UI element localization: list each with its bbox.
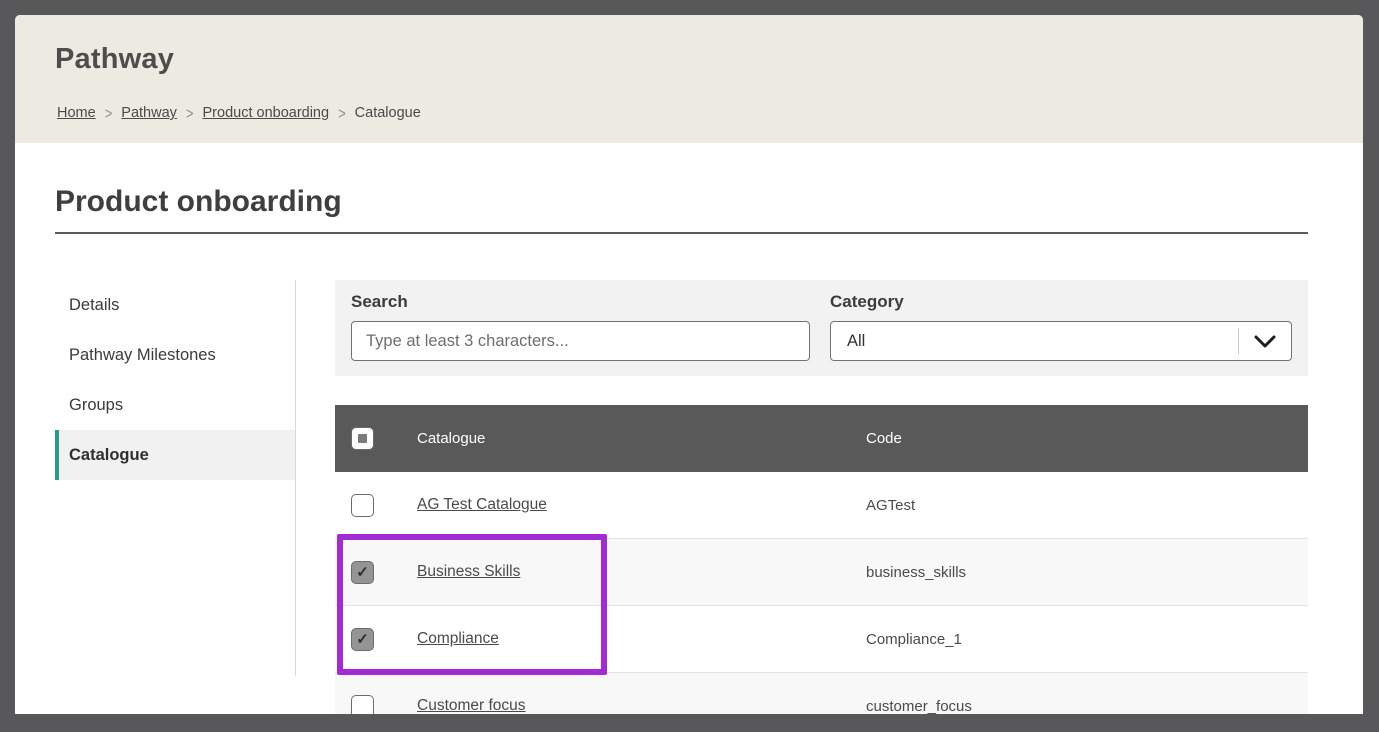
catalogue-table: Catalogue Code AG Test Catalogue AGTest … <box>335 405 1308 714</box>
sidebar: Details Pathway Milestones Groups Catalo… <box>55 280 296 480</box>
app-title: Pathway <box>55 43 174 76</box>
row-checkbox[interactable]: ✓ <box>351 628 374 651</box>
row-checkbox[interactable] <box>351 695 374 715</box>
sidebar-item-label: Pathway Milestones <box>69 346 216 365</box>
breadcrumb-pathway[interactable]: Pathway <box>121 105 177 121</box>
column-header-code: Code <box>866 430 1308 447</box>
checkmark-icon: ✓ <box>356 632 369 647</box>
catalogue-link[interactable]: AG Test Catalogue <box>417 496 547 513</box>
category-label: Category <box>830 292 904 312</box>
breadcrumb-separator-icon: > <box>338 104 346 123</box>
row-checkbox[interactable] <box>351 494 374 517</box>
category-dropdown[interactable]: All <box>830 321 1292 361</box>
row-code: Compliance_1 <box>866 631 1308 648</box>
indeterminate-mark-icon <box>358 434 367 443</box>
row-code: business_skills <box>866 564 1308 581</box>
breadcrumb-current-catalogue: Catalogue <box>355 105 421 121</box>
table-row: Customer focus customer_focus <box>335 673 1308 714</box>
column-header-catalogue: Catalogue <box>417 430 866 447</box>
sidebar-item-pathway-milestones[interactable]: Pathway Milestones <box>55 330 296 380</box>
breadcrumb-home[interactable]: Home <box>57 105 96 121</box>
app-header: Pathway Home > Pathway > Product onboard… <box>15 15 1363 143</box>
select-all-checkbox[interactable] <box>351 427 374 450</box>
table-row: ✓ Compliance Compliance_1 <box>335 606 1308 673</box>
sidebar-item-groups[interactable]: Groups <box>55 380 296 430</box>
main-content: Search Category All <box>335 280 1308 376</box>
search-input[interactable] <box>351 321 810 361</box>
breadcrumb-separator-icon: > <box>186 104 194 123</box>
catalogue-link[interactable]: Business Skills <box>417 563 520 580</box>
sidebar-item-details[interactable]: Details <box>55 280 296 330</box>
table-row: AG Test Catalogue AGTest <box>335 472 1308 539</box>
catalogue-link[interactable]: Compliance <box>417 630 499 647</box>
table-header-row: Catalogue Code <box>335 405 1308 472</box>
sidebar-item-label: Catalogue <box>69 446 149 465</box>
breadcrumb-product-onboarding[interactable]: Product onboarding <box>203 105 330 121</box>
sidebar-item-label: Details <box>69 296 119 315</box>
breadcrumb-separator-icon: > <box>105 104 113 123</box>
sidebar-divider <box>295 280 296 676</box>
row-code: customer_focus <box>866 698 1308 715</box>
row-checkbox[interactable]: ✓ <box>351 561 374 584</box>
sidebar-item-label: Groups <box>69 396 123 415</box>
search-label: Search <box>351 292 408 312</box>
catalogue-link[interactable]: Customer focus <box>417 697 526 714</box>
app-window: Pathway Home > Pathway > Product onboard… <box>15 15 1363 714</box>
checkmark-icon: ✓ <box>356 565 369 580</box>
category-selected-value: All <box>831 332 1238 351</box>
chevron-down-icon[interactable] <box>1239 322 1291 360</box>
filter-panel: Search Category All <box>335 280 1308 376</box>
page-title: Product onboarding <box>55 185 342 219</box>
breadcrumb: Home > Pathway > Product onboarding > Ca… <box>57 105 421 121</box>
title-divider <box>55 232 1308 234</box>
row-code: AGTest <box>866 497 1308 514</box>
sidebar-item-catalogue[interactable]: Catalogue <box>55 430 296 480</box>
table-row: ✓ Business Skills business_skills <box>335 539 1308 606</box>
